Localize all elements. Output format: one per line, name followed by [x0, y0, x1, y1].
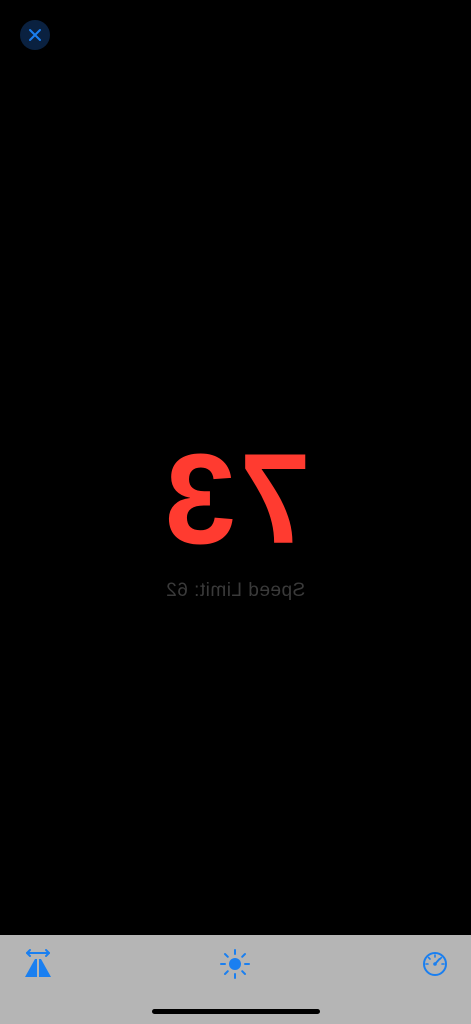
speedometer-icon: [423, 952, 447, 976]
hud-display: 73 Speed Limit: 62: [0, 428, 471, 602]
current-speed: 73: [160, 428, 311, 571]
speedometer-button[interactable]: [418, 947, 452, 981]
mirror-button[interactable]: [21, 947, 55, 981]
road-mirror-icon: [25, 949, 51, 977]
sun-icon: [220, 949, 250, 979]
speed-limit-label: Speed Limit: 62: [165, 580, 306, 601]
close-button[interactable]: [20, 20, 50, 50]
brightness-button[interactable]: [218, 947, 252, 981]
hud-screen: 73 Speed Limit: 62: [0, 0, 471, 1024]
close-icon: [29, 29, 41, 41]
home-indicator[interactable]: [152, 1009, 320, 1014]
